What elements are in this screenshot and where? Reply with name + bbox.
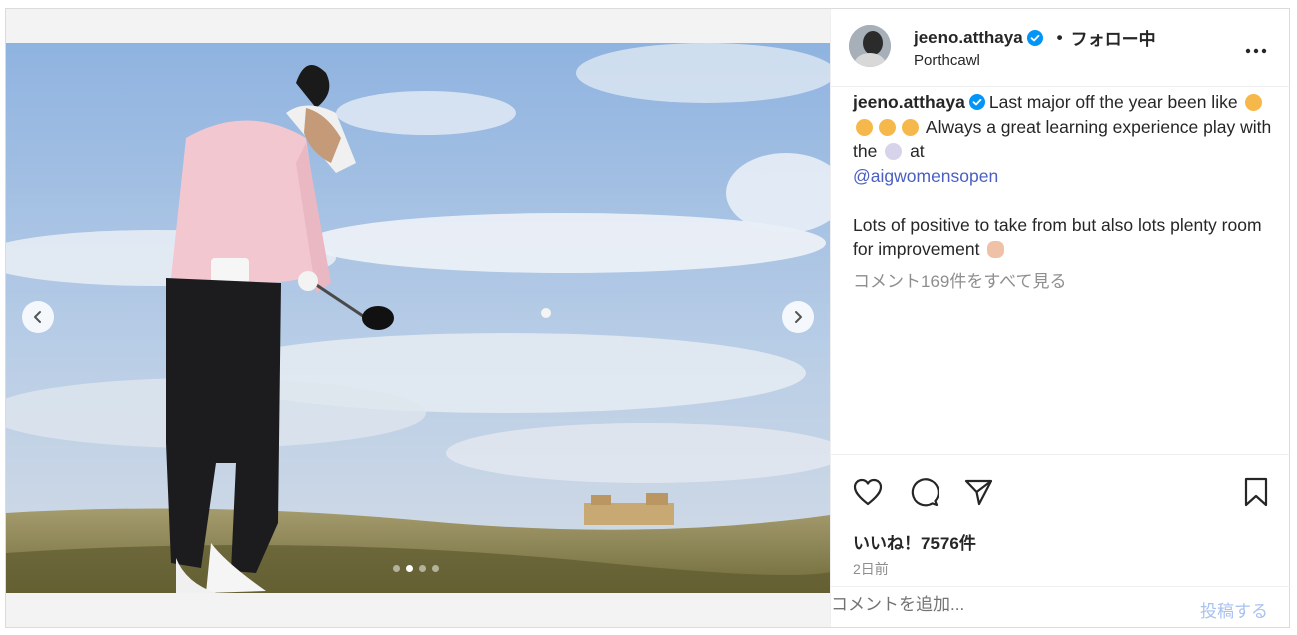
post-photo xyxy=(6,43,830,593)
view-all-comments-link[interactable]: コメント169件をすべて見る xyxy=(853,267,1067,292)
flexed-biceps-emoji xyxy=(987,241,1005,258)
post-sidebar: jeeno.atthaya • フォロー中 Porthcawl jeeno.at… xyxy=(830,9,1290,627)
carousel-dot xyxy=(432,565,439,572)
save-button[interactable] xyxy=(1239,475,1273,509)
caption-username[interactable]: jeeno.atthaya xyxy=(853,92,965,112)
location-link[interactable]: Porthcawl xyxy=(914,52,980,69)
header-username[interactable]: jeeno.atthaya xyxy=(914,28,1023,48)
kissing-face-emoji xyxy=(902,118,919,136)
like-count[interactable]: いいね！7576件 xyxy=(853,529,976,554)
more-icon xyxy=(1245,48,1267,54)
caption-text-4: Lots of positive to take from but also l… xyxy=(853,214,1262,260)
next-slide-button[interactable] xyxy=(782,301,814,333)
kissing-face-emoji xyxy=(879,118,896,136)
post-time[interactable]: 2日前 xyxy=(853,559,889,579)
caption-text-3: at xyxy=(910,141,925,161)
follow-status-button[interactable]: フォロー中 xyxy=(1071,25,1156,50)
carousel-dot xyxy=(393,565,400,572)
header-separator: • xyxy=(1056,27,1063,47)
post-header: jeeno.atthaya • フォロー中 Porthcawl xyxy=(831,9,1290,87)
comment-button[interactable] xyxy=(907,475,941,509)
comment-input[interactable] xyxy=(831,595,1161,615)
share-icon xyxy=(964,479,993,506)
verified-icon xyxy=(1026,29,1043,46)
media-area xyxy=(6,9,830,627)
share-button[interactable] xyxy=(961,475,995,509)
sparkle-emoji xyxy=(885,143,903,160)
bookmark-icon xyxy=(1244,477,1268,507)
like-button[interactable] xyxy=(851,475,885,509)
add-comment-bar: 投稿する xyxy=(831,586,1290,628)
chevron-left-icon xyxy=(34,311,41,323)
chevron-right-icon xyxy=(795,311,802,323)
kissing-face-emoji xyxy=(856,118,873,136)
more-options-button[interactable] xyxy=(1244,39,1268,63)
verified-icon xyxy=(968,94,985,110)
avatar[interactable] xyxy=(849,25,891,67)
previous-slide-button[interactable] xyxy=(22,301,54,333)
carousel-indicator xyxy=(393,565,439,572)
caption-text-1: Last major off the year been like xyxy=(988,92,1238,112)
carousel-dot xyxy=(419,565,426,572)
post-comment-button[interactable]: 投稿する xyxy=(1200,597,1268,622)
carousel-dot xyxy=(406,565,413,572)
instagram-post: jeeno.atthaya • フォロー中 Porthcawl jeeno.at… xyxy=(5,8,1290,628)
comment-icon xyxy=(911,478,939,507)
heart-icon xyxy=(853,478,883,506)
actions-bar: いいね！7576件 2日前 xyxy=(831,454,1290,595)
mention-link[interactable]: @aigwomensopen xyxy=(853,166,998,186)
kissing-face-emoji xyxy=(1245,94,1263,111)
post-caption: jeeno.atthaya Last major off the year bee… xyxy=(853,90,1273,262)
